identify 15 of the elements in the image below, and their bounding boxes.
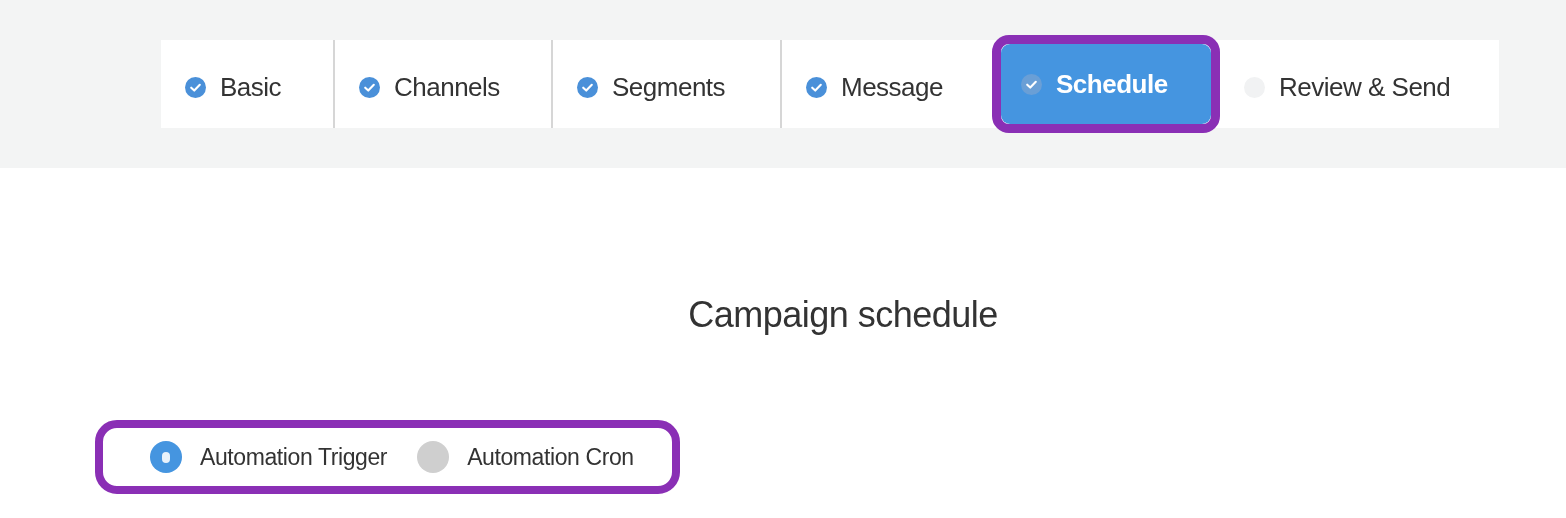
step-tab[interactable]: Review & Send xyxy=(1220,40,1499,128)
page-title: Campaign schedule xyxy=(687,293,999,337)
check-icon xyxy=(185,76,206,98)
radio-option[interactable]: Automation Cron xyxy=(417,441,634,473)
check-icon xyxy=(806,76,827,98)
radio-option[interactable]: Automation Trigger xyxy=(150,441,388,473)
step-tab[interactable]: Segments xyxy=(553,40,780,128)
step-tab[interactable]: Message xyxy=(782,40,992,128)
step-tab[interactable]: Channels xyxy=(335,40,551,128)
radio-button[interactable] xyxy=(150,441,182,473)
step-tab[interactable]: Basic xyxy=(161,40,333,128)
check-icon xyxy=(577,76,598,98)
radio-button[interactable] xyxy=(417,441,450,473)
check-icon xyxy=(1021,73,1042,95)
check-icon xyxy=(359,76,380,98)
